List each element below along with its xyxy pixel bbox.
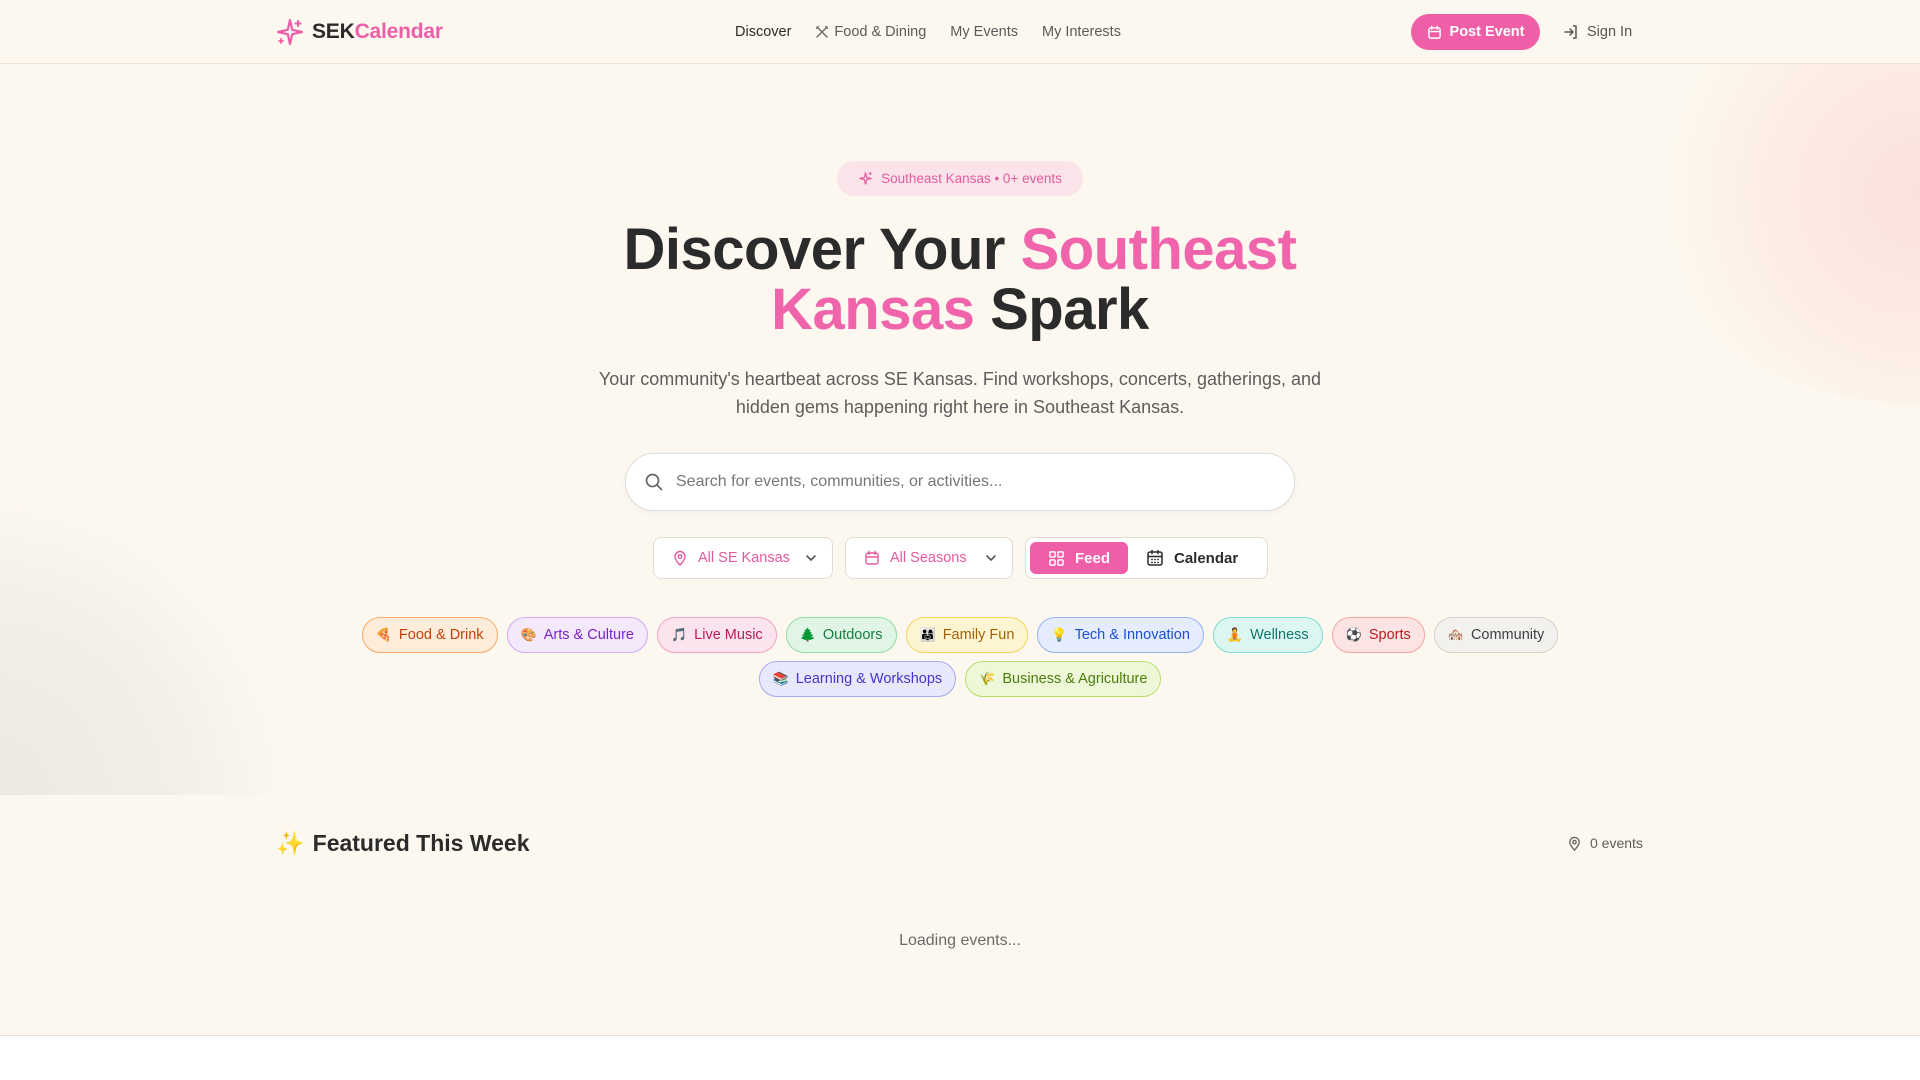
sparkles-icon: ✨	[276, 829, 305, 856]
calendar-grid-icon	[1147, 549, 1163, 566]
nav-my-interests[interactable]: My Interests	[1042, 24, 1121, 40]
hero-section: Southeast Kansas • 0+ events Discover Yo…	[0, 64, 1920, 795]
search-icon	[645, 473, 663, 491]
featured-section-title: ✨ Featured This Week	[276, 827, 530, 859]
category-label: Arts & Culture	[543, 627, 634, 643]
page-footer-edge	[0, 1035, 1920, 1080]
nav-discover[interactable]: Discover	[735, 24, 791, 40]
category-chip[interactable]: 🌾 Business & Agriculture	[965, 661, 1162, 697]
category-label: Business & Agriculture	[1002, 671, 1148, 687]
post-event-label: Post Event	[1449, 24, 1525, 40]
nav-food-dining[interactable]: Food & Dining	[815, 24, 926, 40]
category-emoji: 🌲	[799, 627, 816, 642]
location-select-value: All SE Kansas	[698, 550, 790, 566]
sparkle-icon	[859, 171, 872, 185]
loading-message: Loading events...	[899, 932, 1021, 949]
calendar-plus-icon	[1427, 25, 1441, 39]
featured-event-count: 0 events	[1567, 833, 1643, 853]
brand-name-part1: SEK	[312, 20, 355, 43]
map-pin-icon	[674, 550, 686, 566]
map-pin-icon	[1569, 836, 1580, 851]
category-chips-row-2: 📚 Learning & Workshops 🌾 Business & Agricu…	[0, 661, 1920, 699]
category-chip[interactable]: 🎵 Live Music	[656, 617, 777, 653]
feed-view-button[interactable]: Feed	[1030, 542, 1128, 574]
category-emoji: 🌾	[979, 671, 996, 686]
category-chips-row-1: 🍕 Food & Drink 🎨 Arts & Culture 🎵 Live Musi…	[0, 617, 1920, 655]
category-chip[interactable]: 🍕 Food & Drink	[361, 617, 498, 653]
feed-view-label: Feed	[1074, 549, 1110, 567]
category-emoji: 👨‍👩‍👧	[919, 627, 936, 642]
category-chip[interactable]: 🌲 Outdoors	[785, 617, 897, 653]
category-label: Learning & Workshops	[795, 671, 943, 687]
category-label: Wellness	[1250, 627, 1309, 643]
main-nav: Discover Food & Dining My Events My Inte…	[735, 20, 1121, 44]
search-input[interactable]	[676, 473, 1294, 491]
category-emoji: 🍕	[375, 627, 392, 642]
search-bar[interactable]	[625, 453, 1295, 511]
category-label: Family Fun	[942, 627, 1015, 643]
decorative-blob-right	[1640, 64, 1920, 404]
region-badge-text: Southeast Kansas • 0+ events	[881, 171, 1062, 186]
category-chip[interactable]: ⚽ Sports	[1331, 617, 1425, 653]
category-chip[interactable]: 💡 Tech & Innovation	[1037, 617, 1204, 653]
brand-name-part2: Calendar	[354, 20, 443, 43]
category-emoji: 🏘️	[1447, 627, 1464, 642]
category-label: Outdoors	[822, 627, 883, 643]
nav-food-dining-label: Food & Dining	[834, 24, 927, 40]
nav-my-events[interactable]: My Events	[950, 24, 1018, 40]
category-emoji: 📚	[772, 671, 789, 686]
category-chip[interactable]: 👨‍👩‍👧 Family Fun	[905, 617, 1029, 653]
sign-in-icon	[1564, 25, 1577, 39]
category-label: Sports	[1368, 627, 1411, 643]
sparkle-logo-icon	[276, 18, 304, 46]
hero-title-part1: Discover Your	[623, 217, 1021, 282]
featured-count-text: 0 events	[1590, 835, 1643, 851]
category-emoji: 🎨	[520, 627, 537, 642]
category-emoji: ⚽	[1345, 627, 1362, 642]
category-chip[interactable]: 🏘️ Community	[1433, 617, 1559, 653]
category-emoji: 🧘	[1226, 627, 1244, 642]
top-nav: SEKCalendar Discover Food & Dining My Ev…	[0, 0, 1920, 64]
sign-in-label: Sign In	[1587, 24, 1633, 40]
calendar-view-button[interactable]: Calendar	[1128, 542, 1238, 574]
category-chip[interactable]: 🎨 Arts & Culture	[506, 617, 648, 653]
featured-title-text: Featured This Week	[312, 829, 530, 856]
utensils-icon	[816, 25, 829, 38]
category-label: Tech & Innovation	[1074, 627, 1190, 643]
sign-in-link[interactable]: Sign In	[1563, 20, 1632, 44]
chevron-down-icon	[986, 555, 996, 561]
grid-icon	[1049, 550, 1064, 566]
calendar-view-label: Calendar	[1174, 549, 1239, 567]
season-select[interactable]: All Seasons	[845, 537, 1013, 579]
category-label: Live Music	[694, 627, 763, 643]
category-emoji: 🎵	[670, 627, 688, 642]
hero-subtitle: Your community's heartbeat across SE Kan…	[598, 369, 1322, 417]
view-toggle: Feed Calendar	[1025, 537, 1268, 579]
chevron-down-icon	[806, 555, 816, 561]
category-chip[interactable]: 🧘 Wellness	[1212, 617, 1323, 653]
location-select[interactable]: All SE Kansas	[653, 537, 833, 579]
hero-title: Discover Your Southeast Kansas Spark	[560, 220, 1360, 340]
season-select-value: All Seasons	[890, 550, 967, 566]
brand-logo[interactable]: SEKCalendar	[276, 18, 443, 46]
post-event-button[interactable]: Post Event	[1411, 14, 1540, 50]
calendar-icon	[865, 550, 879, 565]
hero-title-part2: Spark	[974, 277, 1149, 342]
category-label: Food & Drink	[398, 627, 484, 643]
category-emoji: 💡	[1051, 627, 1068, 642]
region-badge: Southeast Kansas • 0+ events	[837, 161, 1083, 196]
filter-bar: All SE Kansas All Seasons Feed Calendar	[0, 537, 1920, 579]
category-chip[interactable]: 📚 Learning & Workshops	[758, 661, 957, 697]
category-label: Community	[1470, 627, 1545, 643]
